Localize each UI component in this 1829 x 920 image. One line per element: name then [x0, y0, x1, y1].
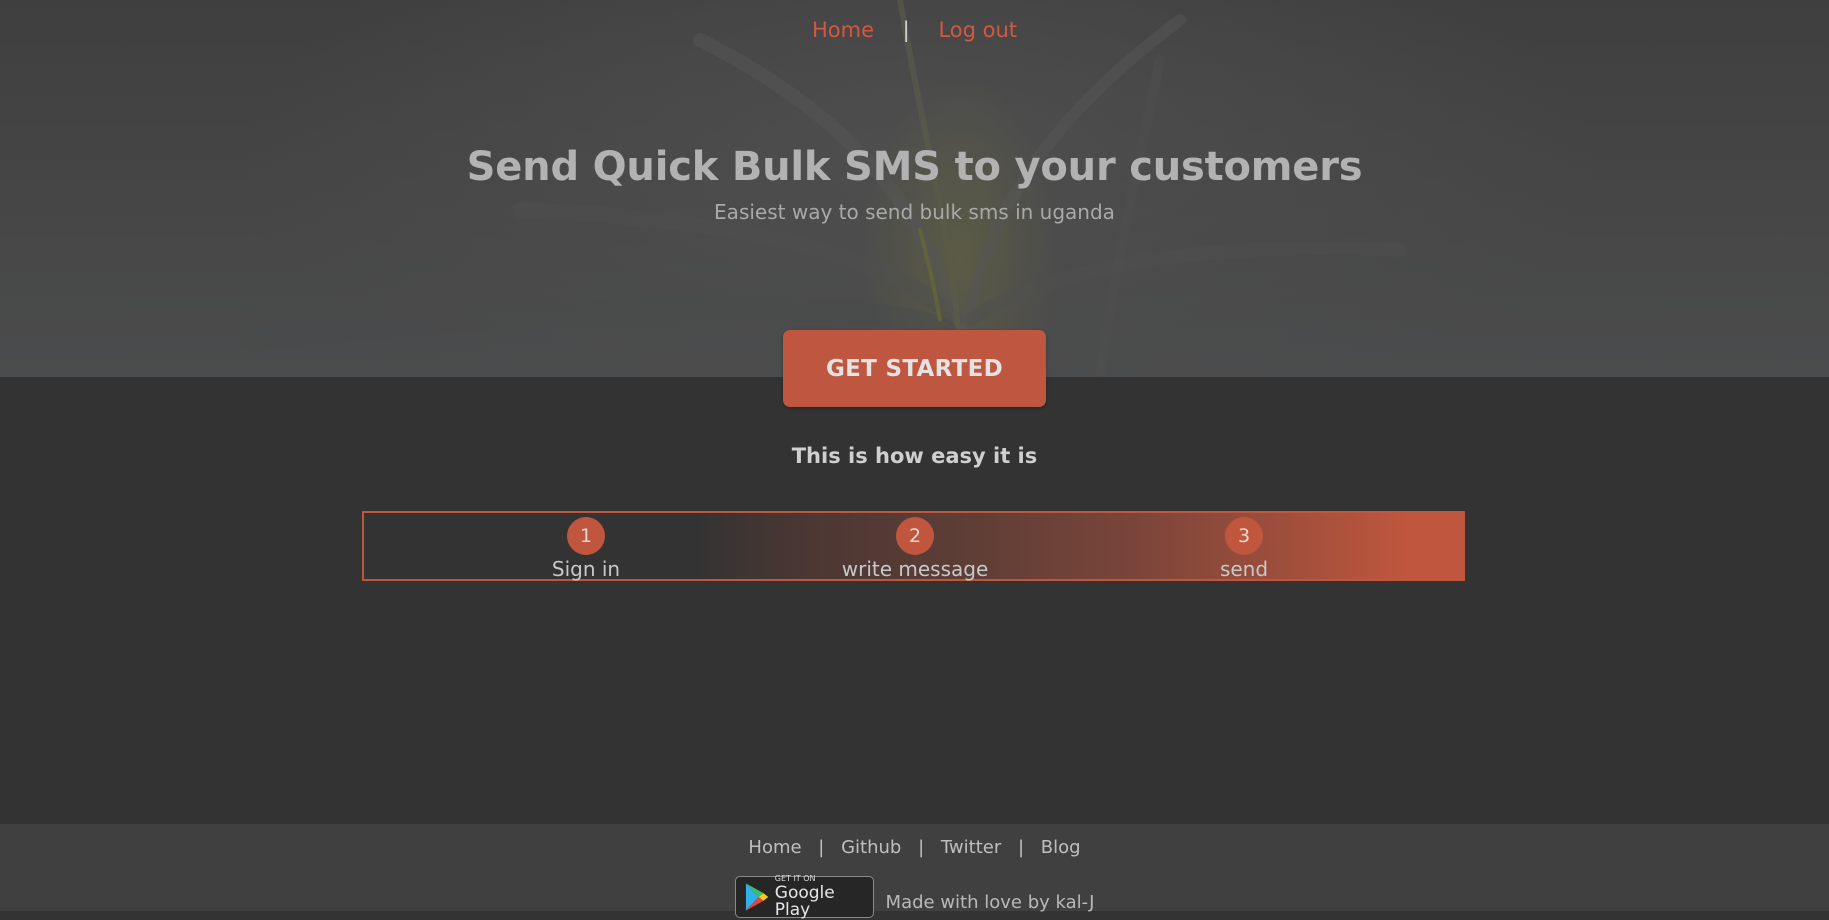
google-play-icon — [745, 883, 768, 911]
badge-small-text: GET IT ON — [774, 874, 816, 883]
footer-link-twitter[interactable]: Twitter — [941, 837, 1001, 858]
step-label: write message — [841, 557, 989, 581]
step-number-badge: 2 — [896, 517, 934, 555]
footer-link-github[interactable]: Github — [841, 837, 901, 858]
credit-text: Made with love by kal-J — [885, 891, 1095, 913]
badge-big-text: Google Play — [774, 883, 835, 920]
step-send: 3 send — [1144, 517, 1344, 581]
step-label: Sign in — [551, 557, 621, 581]
footer-link-blog[interactable]: Blog — [1041, 837, 1081, 858]
nav-home-link[interactable]: Home — [812, 18, 874, 42]
footer-bottom: GET IT ON Google Play Made with love by … — [0, 872, 1829, 919]
hero-section: Home | Log out Send Quick Bulk SMS to yo… — [0, 0, 1829, 377]
hero-subtitle: Easiest way to send bulk sms in uganda — [714, 200, 1115, 224]
step-sign-in: 1 Sign in — [486, 517, 686, 581]
get-started-button[interactable]: GET STARTED — [783, 330, 1046, 407]
step-label: send — [1219, 557, 1269, 581]
step-write-message: 2 write message — [815, 517, 1015, 581]
step-number-badge: 3 — [1225, 517, 1263, 555]
footer-link-home[interactable]: Home — [748, 837, 801, 858]
nav-separator: | — [902, 18, 910, 42]
footer-separator: | — [918, 837, 925, 858]
how-it-works-heading: This is how easy it is — [791, 444, 1038, 468]
step-number-badge: 1 — [567, 517, 605, 555]
steps-bar: 1 Sign in 2 write message 3 send — [362, 511, 1465, 581]
footer-separator: | — [1017, 837, 1025, 858]
footer-nav: Home | Github | Twitter | Blog — [0, 837, 1829, 858]
top-nav: Home | Log out — [0, 18, 1829, 42]
footer: Home | Github | Twitter | Blog GET IT ON… — [0, 824, 1829, 919]
google-play-badge[interactable]: GET IT ON Google Play — [734, 874, 874, 920]
nav-logout-link[interactable]: Log out — [938, 18, 1017, 42]
footer-separator: | — [818, 837, 825, 858]
hero-title: Send Quick Bulk SMS to your customers — [466, 144, 1363, 190]
